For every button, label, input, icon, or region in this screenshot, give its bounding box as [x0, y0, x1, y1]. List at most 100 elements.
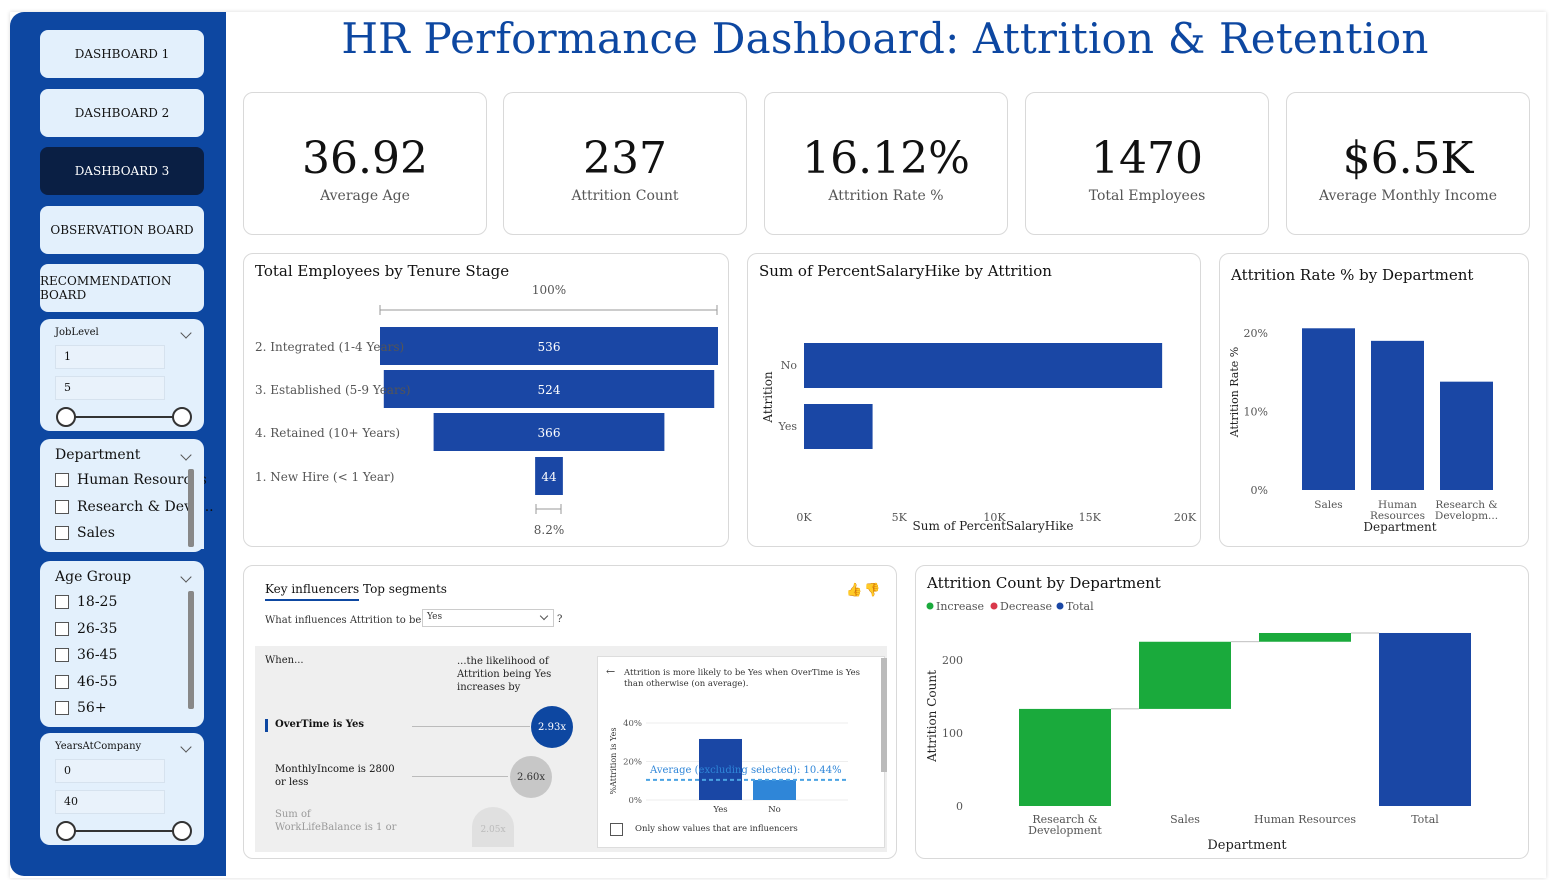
age-group-slicer-title: Age Group — [55, 569, 132, 585]
salary-hike-card: Sum of PercentSalaryHike by Attrition No… — [747, 253, 1201, 547]
nav-dashboard-2-button[interactable]: DASHBOARD 2 — [40, 89, 204, 137]
kpi-value: 1470 — [1091, 133, 1203, 184]
waterfall-y-tick: 200 — [942, 654, 963, 667]
legend-label: Total — [1066, 600, 1094, 613]
page-title: HR Performance Dashboard: Attrition & Re… — [341, 14, 1429, 63]
influencer-bubble[interactable]: 2.93x — [531, 706, 573, 748]
waterfall-x-axis-label: Department — [1207, 838, 1287, 853]
joblevel-max-input[interactable]: 5 — [55, 376, 165, 400]
funnel-value-label: 44 — [541, 470, 557, 484]
funnel-category-label: 1. New Hire (< 1 Year) — [255, 470, 394, 484]
tenure-funnel-card: Total Employees by Tenure Stage 100% 536 2… — [243, 253, 729, 547]
waterfall-category-label: Development — [1028, 824, 1102, 837]
hike-category-label: No — [781, 359, 798, 372]
checkbox-icon[interactable] — [55, 622, 69, 636]
age-option-36-45[interactable]: 36-45 — [55, 647, 117, 663]
influencer-bubble[interactable]: 2.60x — [510, 756, 552, 798]
waterfall-y-tick: 0 — [956, 800, 963, 813]
rate-category-label: Developm... — [1435, 510, 1498, 522]
joblevel-slicer: JobLevel 1 5 — [40, 319, 204, 431]
rate-bar — [1302, 328, 1355, 490]
department-scrollbar[interactable] — [188, 469, 194, 547]
joblevel-slider-max-handle[interactable] — [172, 407, 192, 427]
option-label: 18-25 — [77, 594, 118, 610]
legend-marker — [990, 602, 998, 610]
checkbox-icon[interactable] — [55, 675, 69, 689]
chevron-down-icon[interactable] — [180, 327, 192, 339]
tenure-funnel-chart: 100% 536 2. Integrated (1-4 Years) 524 3. Es… — [255, 283, 718, 537]
years-at-company-slicer: YearsAtCompany 0 40 — [40, 733, 204, 845]
checkbox-icon[interactable] — [55, 701, 69, 715]
nav-observation-board-button[interactable]: OBSERVATION BOARD — [40, 206, 204, 254]
question-mark: ? — [557, 614, 563, 625]
rate-category-label: Sales — [1314, 499, 1342, 511]
years-slider-min-handle[interactable] — [56, 821, 76, 841]
ki-y-tick: 20% — [623, 758, 642, 768]
department-option-sales[interactable]: Sales — [55, 525, 115, 541]
checkbox-icon[interactable] — [55, 526, 69, 540]
funnel-value-label: 536 — [538, 340, 561, 354]
ki-y-tick: 0% — [629, 796, 643, 806]
rate-bar — [1371, 340, 1424, 490]
chevron-down-icon[interactable] — [180, 449, 192, 461]
selected-indicator — [265, 719, 268, 732]
attrition-value-dropdown[interactable]: Yes — [422, 609, 554, 627]
hike-x-axis-label: Sum of PercentSalaryHike — [913, 519, 1074, 533]
hike-x-tick: 20K — [1174, 511, 1197, 524]
years-slider-max-handle[interactable] — [172, 821, 192, 841]
influencer-row-label[interactable]: Sum of WorkLifeBalance is 1 or — [275, 808, 399, 834]
funnel-value-label: 366 — [538, 426, 561, 440]
ki-bar — [753, 779, 796, 800]
thumbs-down-icon[interactable]: 👎 — [864, 583, 880, 598]
influencer-row-label[interactable]: OverTime is Yes — [275, 719, 364, 730]
kpi-card-attrition-rate: 16.12% Attrition Rate % — [764, 92, 1008, 235]
tab-top-segments[interactable]: Top segments — [363, 582, 447, 596]
age-option-18-25[interactable]: 18-25 — [55, 594, 117, 610]
joblevel-min-input[interactable]: 1 — [55, 345, 165, 369]
joblevel-slider-min-handle[interactable] — [56, 407, 76, 427]
ki-y-tick: 40% — [623, 719, 642, 729]
influencer-detail-chart: 0% 20% 40% %Attrition is Yes Yes No Average (e… — [609, 719, 848, 815]
kpi-card-total-employees: 1470 Total Employees — [1025, 92, 1269, 235]
age-option-46-55[interactable]: 46-55 — [55, 674, 117, 690]
tab-key-influencers[interactable]: Key influencers — [265, 582, 360, 601]
checkbox-icon[interactable] — [55, 648, 69, 662]
rate-bar — [1440, 381, 1493, 490]
thumbs-up-icon[interactable]: 👍 — [846, 583, 862, 598]
age-option-26-35[interactable]: 26-35 — [55, 621, 117, 637]
nav-dashboard-1-button[interactable]: DASHBOARD 1 — [40, 30, 204, 78]
chevron-down-icon[interactable] — [180, 571, 192, 583]
years-slider-track — [66, 830, 182, 832]
salary-hike-chart: NoYes0K 5K 10K 15K 20KSum of PercentSalaryHi… — [761, 343, 1197, 533]
option-label: 56+ — [77, 700, 107, 716]
influencer-bubble[interactable]: 2.05x — [472, 807, 514, 847]
chevron-down-icon[interactable] — [180, 741, 192, 753]
nav-recommendation-board-button[interactable]: RECOMMENDATION BOARD — [40, 264, 204, 312]
checkbox-icon[interactable] — [55, 595, 69, 609]
influencer-connector — [412, 726, 530, 727]
years-max-input[interactable]: 40 — [55, 790, 165, 814]
ki-bar-label: Yes — [712, 805, 727, 815]
kpi-card-attrition-count: 237 Attrition Count — [503, 92, 747, 235]
legend-label: Decrease — [1000, 600, 1052, 613]
influencer-detail-pane: ← Attrition is more likely to be Yes whe… — [597, 656, 885, 848]
years-min-input[interactable]: 0 — [55, 759, 165, 783]
rate-y-tick: 20% — [1244, 327, 1268, 340]
age-group-scrollbar[interactable] — [188, 591, 194, 709]
checkbox-icon[interactable] — [55, 500, 69, 514]
age-option-56-plus[interactable]: 56+ — [55, 700, 107, 716]
department-slicer-title: Department — [55, 447, 141, 463]
department-option-human-resources[interactable]: Human Resources — [55, 472, 207, 488]
ki-bar-label: No — [768, 805, 781, 815]
influencer-row-label[interactable]: MonthlyIncome is 2800 or less — [275, 763, 399, 789]
funnel-value-label: 524 — [538, 383, 561, 397]
checkbox-icon[interactable] — [610, 823, 623, 836]
when-column-header: When... — [265, 655, 304, 666]
nav-dashboard-3-button[interactable]: DASHBOARD 3 — [40, 147, 204, 195]
hike-bar — [804, 404, 873, 449]
funnel-top-label: 100% — [532, 283, 566, 297]
waterfall-y-axis-label: Attrition Count — [925, 670, 939, 763]
dropdown-value: Yes — [427, 612, 443, 622]
checkbox-icon[interactable] — [55, 473, 69, 487]
influencers-scrollbar[interactable] — [881, 658, 887, 772]
